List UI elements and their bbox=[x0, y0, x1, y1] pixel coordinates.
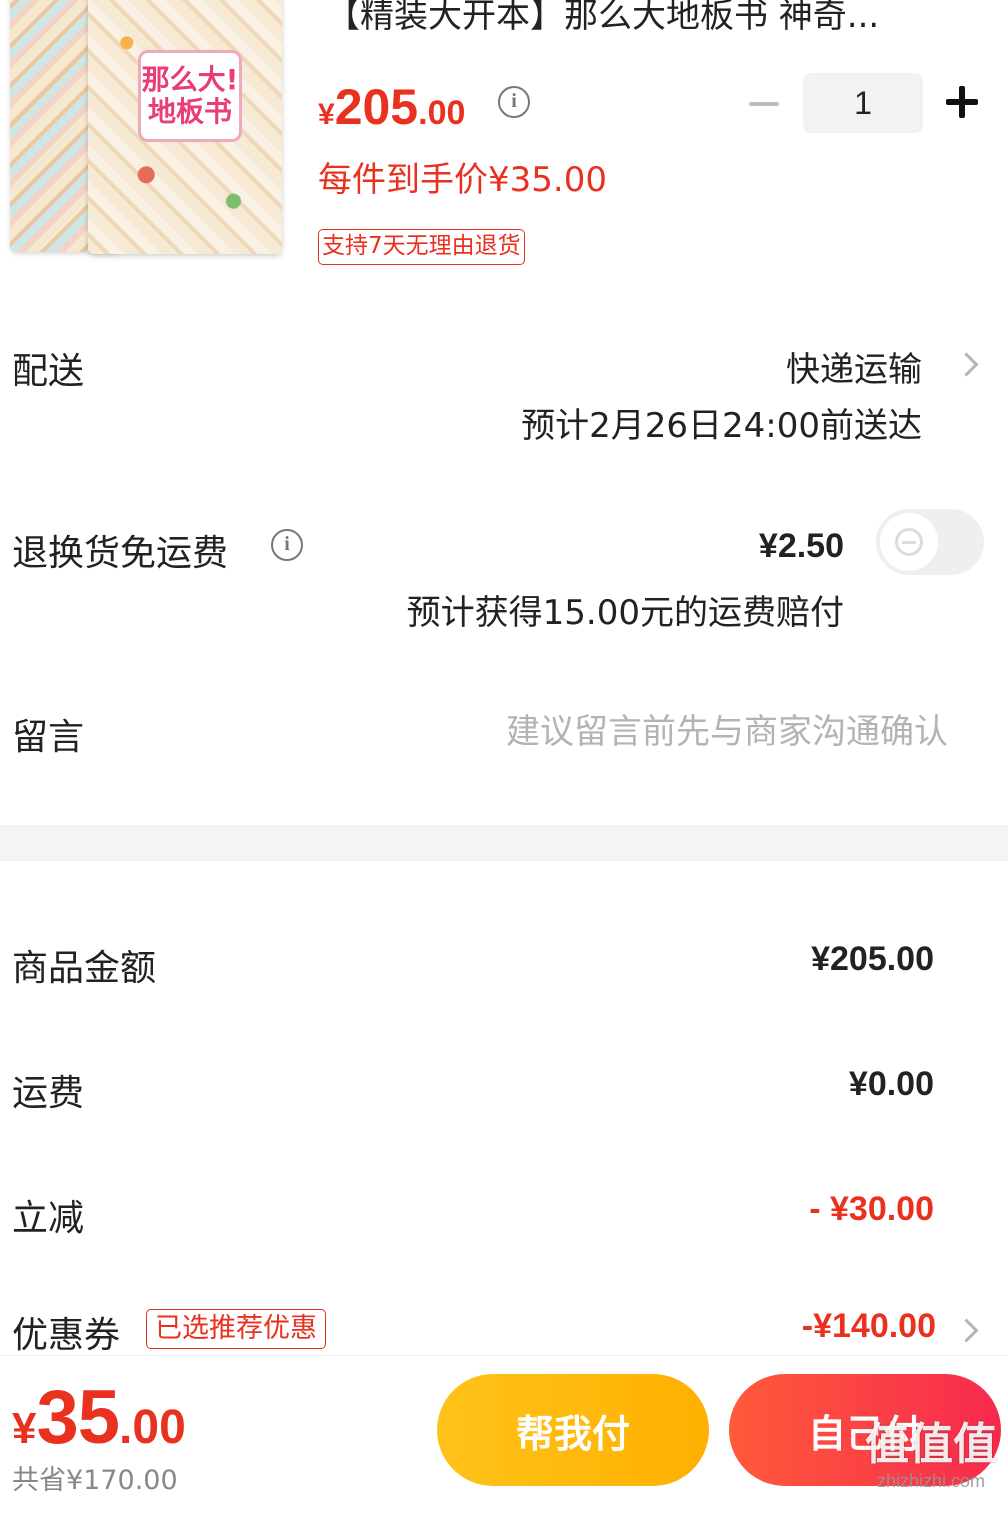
instant-discount-value: - ¥30.00 bbox=[809, 1190, 934, 1228]
return-shipping-label: 退换货免运费 bbox=[12, 533, 229, 574]
pay-myself-button[interactable]: 自己付 bbox=[729, 1374, 1001, 1486]
return-policy-badge: 支持7天无理由退货 bbox=[318, 229, 525, 265]
cover-title-badge: 那么大! 地板书 bbox=[138, 50, 242, 142]
total-price: ¥35.00 bbox=[12, 1374, 186, 1461]
delivery-label: 配送 bbox=[12, 351, 85, 392]
return-shipping-info-icon[interactable]: i bbox=[271, 529, 303, 561]
cover-title-line1: 那么大! bbox=[141, 63, 239, 96]
delivery-chevron-right-icon[interactable] bbox=[958, 350, 978, 380]
cover-title-line2: 地板书 bbox=[147, 95, 232, 128]
coupon-chevron-right-icon[interactable] bbox=[958, 1316, 978, 1346]
total-decimal: .00 bbox=[119, 1401, 186, 1454]
delivery-eta: 预计2月26日24:00前送达 bbox=[521, 406, 922, 446]
final-unit-price: 每件到手价¥35.00 bbox=[318, 160, 607, 200]
goods-amount-label: 商品金额 bbox=[12, 948, 157, 989]
checkout-bar: ¥35.00 共省¥170.00 帮我付 自己付 bbox=[0, 1355, 1008, 1513]
product-image[interactable]: 那么大! 地板书 bbox=[88, 0, 282, 254]
quantity-increase-button[interactable] bbox=[942, 82, 982, 122]
message-input[interactable] bbox=[420, 706, 948, 758]
total-integer: 35 bbox=[36, 1375, 120, 1460]
total-saved: 共省¥170.00 bbox=[12, 1465, 178, 1496]
message-label: 留言 bbox=[12, 717, 85, 758]
delivery-method[interactable]: 快递运输 bbox=[786, 342, 922, 391]
goods-amount-value: ¥205.00 bbox=[811, 940, 934, 978]
coupon-value[interactable]: -¥140.00 bbox=[802, 1307, 936, 1346]
return-shipping-compensation: 预计获得15.00元的运费赔付 bbox=[406, 593, 844, 633]
product-card: 那么大! 地板书 【精装大开本】那么大地板书 神奇... ¥205.00 i 1… bbox=[0, 0, 1008, 290]
coupon-label: 优惠券 bbox=[12, 1315, 121, 1356]
return-shipping-price: ¥2.50 bbox=[758, 527, 844, 565]
coupon-recommended-badge[interactable]: 已选推荐优惠 bbox=[146, 1309, 326, 1349]
shipping-fee-value: ¥0.00 bbox=[848, 1065, 934, 1103]
product-price: ¥205.00 bbox=[318, 78, 465, 136]
total-symbol: ¥ bbox=[12, 1404, 37, 1453]
shipping-fee-label: 运费 bbox=[12, 1073, 85, 1114]
help-me-pay-button[interactable]: 帮我付 bbox=[437, 1374, 709, 1486]
quantity-decrease-button[interactable] bbox=[746, 86, 782, 122]
return-shipping-toggle[interactable] bbox=[876, 509, 984, 575]
price-integer: 205 bbox=[334, 79, 419, 135]
price-decimal: .00 bbox=[418, 94, 466, 132]
price-symbol: ¥ bbox=[318, 98, 335, 131]
product-title[interactable]: 【精装大开本】那么大地板书 神奇... bbox=[326, 0, 966, 38]
price-info-icon[interactable]: i bbox=[498, 86, 530, 118]
section-divider bbox=[0, 825, 1008, 861]
quantity-input[interactable]: 1 bbox=[803, 73, 923, 133]
instant-discount-label: 立减 bbox=[12, 1198, 85, 1239]
toggle-knob bbox=[880, 513, 938, 571]
